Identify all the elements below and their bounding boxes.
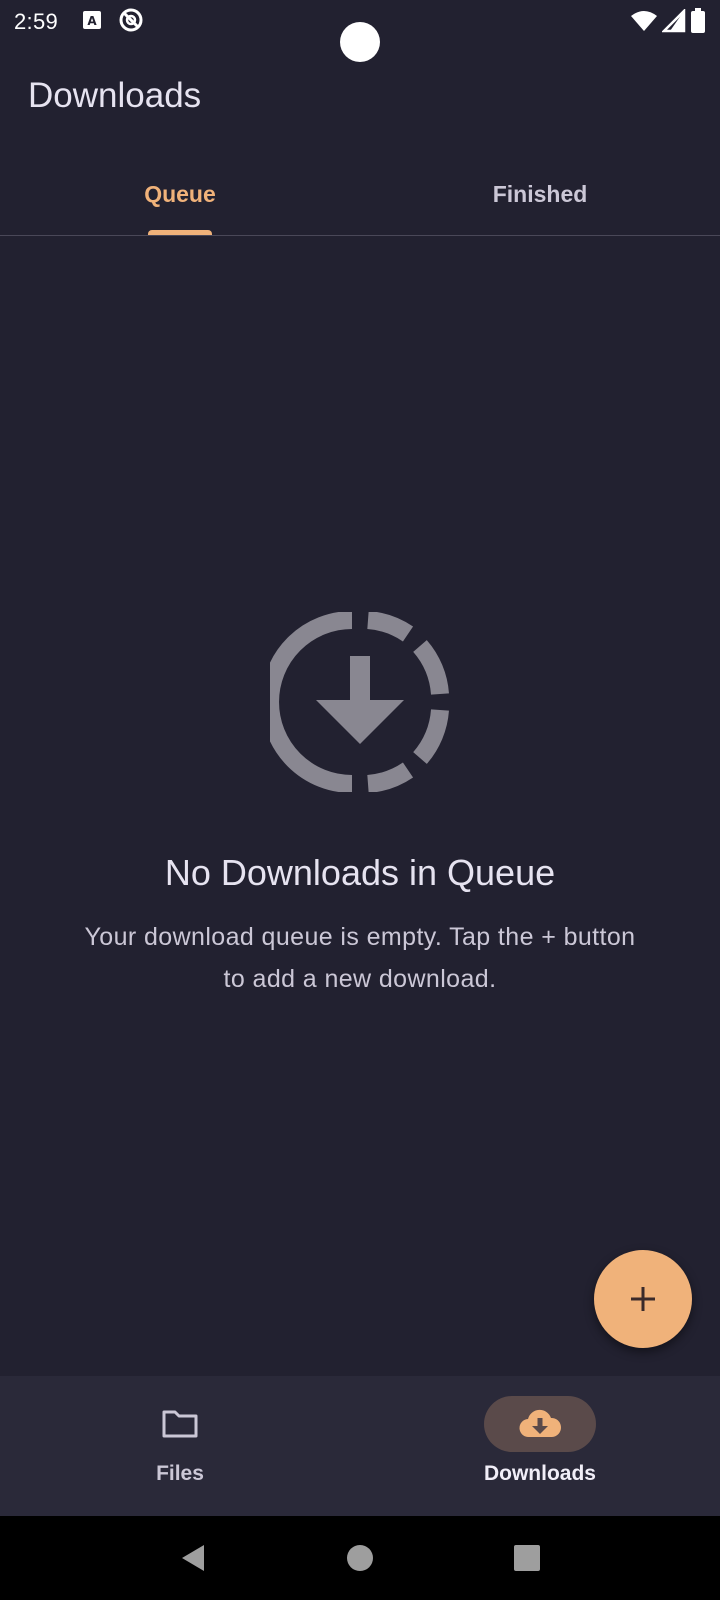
system-navigation-bar — [0, 1516, 720, 1600]
no-sync-icon — [118, 7, 144, 38]
battery-icon — [690, 8, 706, 39]
back-button[interactable] — [163, 1528, 223, 1588]
nav-item-files[interactable]: Files — [0, 1376, 360, 1516]
svg-text:A: A — [87, 14, 97, 28]
camera-cutout — [340, 22, 380, 62]
status-time: 2:59 — [14, 9, 59, 34]
a11y-notification-icon: A — [82, 10, 102, 35]
plus-icon — [631, 1287, 655, 1311]
folder-icon — [162, 1410, 198, 1438]
home-button[interactable] — [330, 1528, 390, 1588]
download-in-progress-icon — [270, 612, 449, 792]
bottom-navigation: Files Downloads — [0, 1376, 720, 1516]
nav-pill-files — [124, 1396, 236, 1452]
home-circle-icon — [346, 1545, 373, 1571]
tab-indicator — [148, 230, 212, 235]
add-download-button[interactable] — [594, 1250, 692, 1348]
status-left-icons: A — [82, 7, 144, 38]
page-title: Downloads — [28, 76, 202, 115]
tab-queue[interactable]: Queue — [0, 160, 360, 235]
empty-state-title: No Downloads in Queue — [164, 852, 556, 893]
back-triangle-icon — [182, 1545, 205, 1571]
tab-finished-label: Finished — [492, 181, 588, 207]
nav-label-files: Files — [156, 1462, 204, 1485]
recents-square-icon — [513, 1545, 540, 1571]
wifi-icon — [630, 9, 658, 38]
app-screen: 2:59 A Downloads Queue Finished No Downl… — [0, 0, 720, 1600]
nav-pill-downloads — [484, 1396, 596, 1452]
tab-queue-label: Queue — [144, 181, 216, 207]
nav-item-downloads[interactable]: Downloads — [360, 1376, 720, 1516]
status-bar: 2:59 A — [0, 0, 720, 62]
empty-state: No Downloads in Queue Your download queu… — [0, 612, 720, 1000]
status-right-icons — [630, 7, 706, 39]
recents-button[interactable] — [497, 1528, 557, 1588]
tab-finished[interactable]: Finished — [360, 160, 720, 235]
cloud-download-icon — [519, 1409, 562, 1438]
tab-bar: Queue Finished — [0, 160, 720, 236]
empty-state-message: Your download queue is empty. Tap the + … — [84, 923, 636, 993]
nav-label-downloads: Downloads — [483, 1462, 596, 1485]
cell-signal-icon — [660, 7, 686, 38]
